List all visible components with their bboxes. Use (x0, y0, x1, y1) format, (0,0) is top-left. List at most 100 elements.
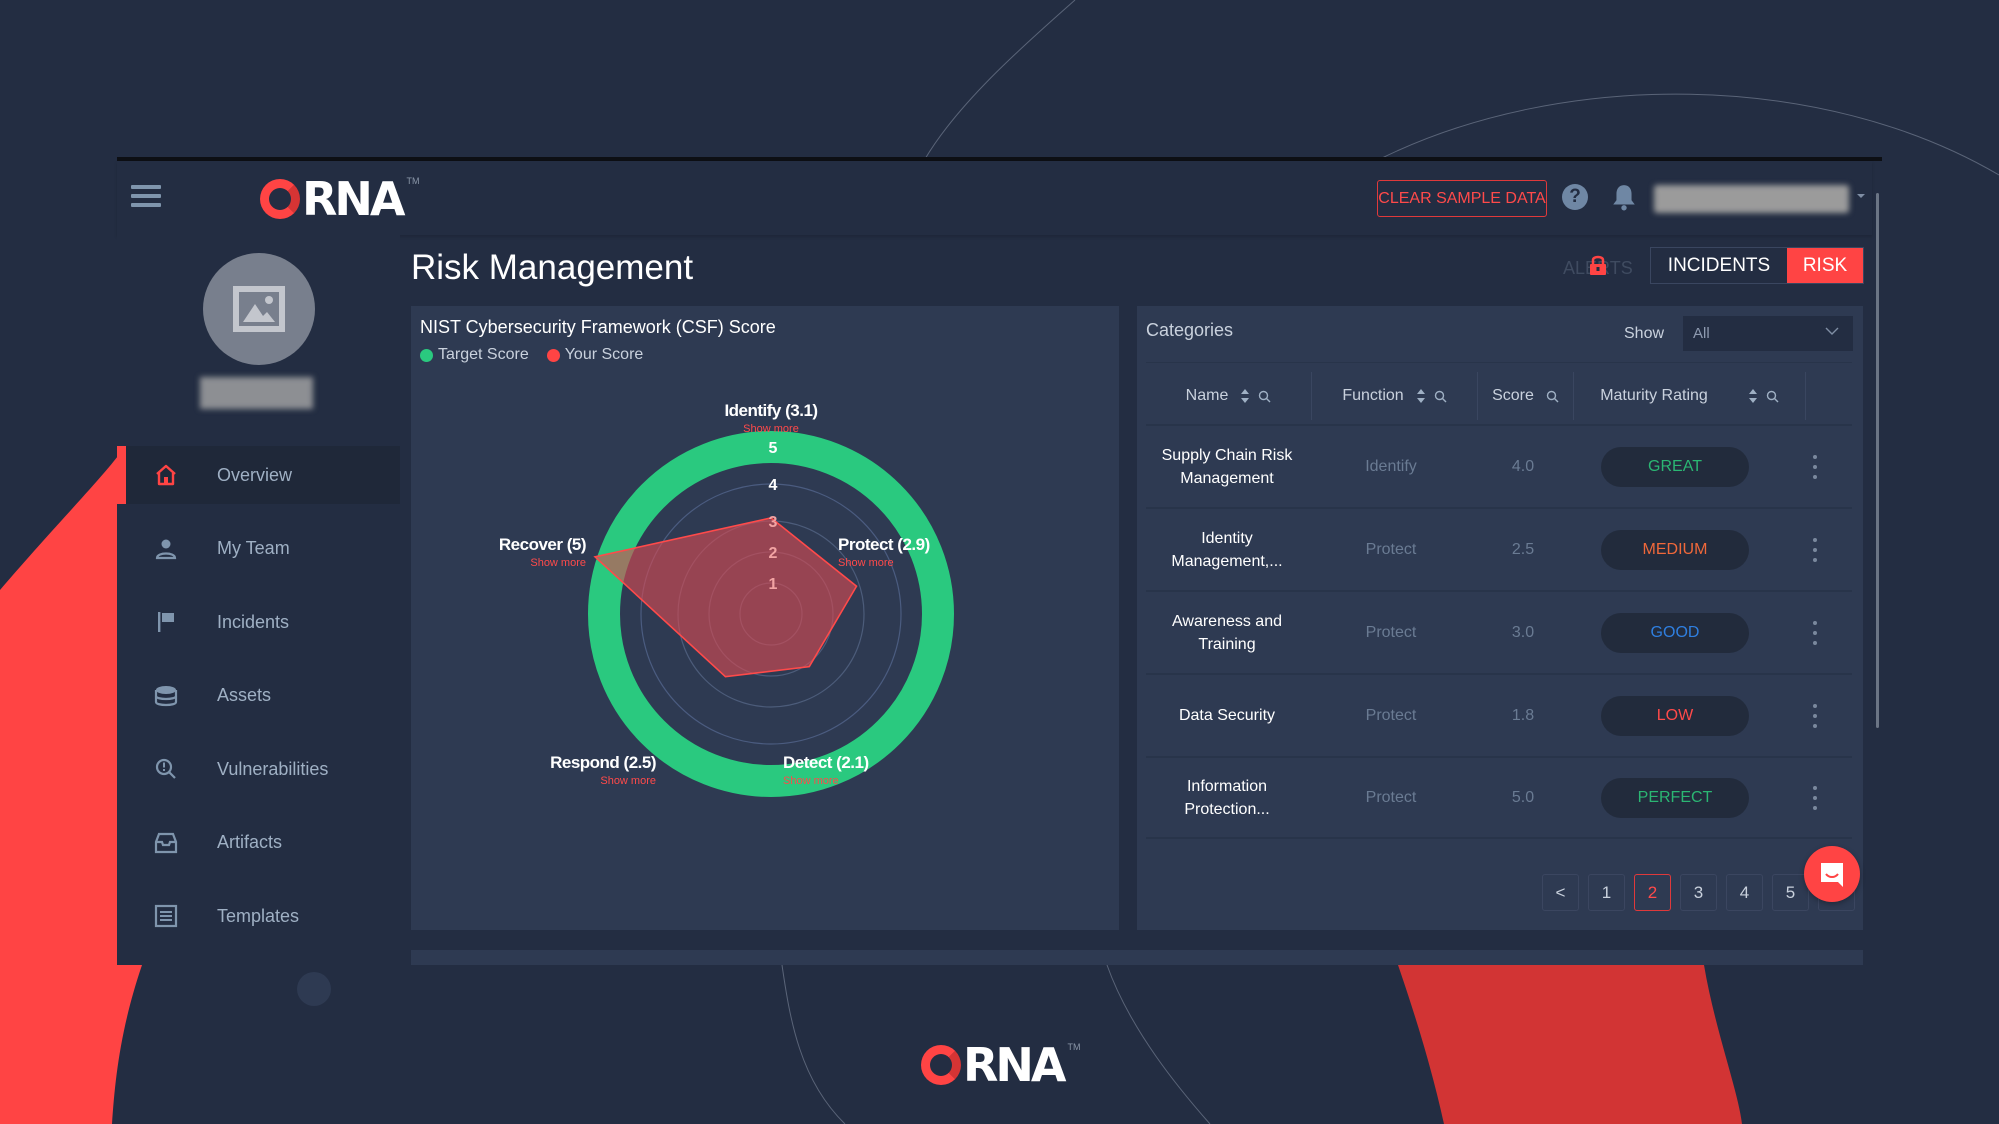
help-icon[interactable]: ? (1562, 184, 1588, 210)
logo-text: RNA (302, 172, 406, 226)
column-label: Score (1492, 387, 1534, 404)
cell-function: Protect (1365, 706, 1417, 724)
lock-icon (1590, 255, 1606, 275)
profile-name-redacted (200, 377, 313, 409)
cell-name: Information Protection... (1184, 777, 1270, 818)
chat-icon (1821, 863, 1843, 887)
table-body: Supply Chain Risk Management Identify 4.… (1146, 424, 1852, 839)
column-header-name: Name (1146, 372, 1312, 420)
maturity-badge: GREAT (1601, 446, 1749, 487)
sidebar-item-templates[interactable]: Templates (117, 887, 400, 945)
view-tabs: INCIDENTS RISK (1650, 247, 1864, 284)
image-placeholder-icon (233, 286, 285, 332)
show-filter-select[interactable]: All (1683, 316, 1853, 351)
cell-function: Protect (1365, 623, 1417, 641)
page-button-current[interactable]: 2 (1634, 874, 1671, 911)
sidebar-item-label: Templates (217, 905, 300, 926)
sort-icon[interactable] (1240, 388, 1250, 404)
user-icon (153, 536, 179, 562)
sidebar-item-my-team[interactable]: My Team (117, 520, 400, 578)
footer-orna-logo: RNA TM (921, 1040, 1081, 1090)
show-more-link-detect[interactable]: Show more (783, 775, 839, 787)
row-menu-icon[interactable] (1811, 703, 1819, 728)
scale-tick-label: 5 (769, 440, 778, 457)
search-icon[interactable] (1766, 390, 1779, 403)
show-more-link-identify[interactable]: Show more (743, 423, 799, 435)
sidebar-item-assets[interactable]: Assets (117, 667, 400, 725)
table-row[interactable]: Supply Chain Risk Management Identify 4.… (1146, 424, 1852, 507)
sort-icon[interactable] (1748, 388, 1758, 404)
row-menu-icon[interactable] (1811, 537, 1819, 562)
axis-label-protect: Protect (2.9) (838, 535, 930, 554)
show-more-link-recover[interactable]: Show more (530, 557, 586, 569)
sidebar-item-label: Assets (217, 685, 272, 705)
cell-score: 2.5 (1511, 540, 1535, 558)
chat-support-button[interactable] (1804, 846, 1860, 902)
show-filter-value: All (1693, 325, 1710, 342)
user-menu-caret-icon[interactable] (1857, 194, 1865, 198)
inbox-icon (153, 830, 179, 856)
sidebar-item-overview[interactable]: Overview (117, 446, 400, 504)
column-label: Maturity Rating (1600, 387, 1708, 404)
row-menu-icon[interactable] (1811, 454, 1819, 479)
avatar[interactable] (203, 253, 315, 365)
scale-tick-label: 4 (769, 477, 778, 494)
maturity-badge: PERFECT (1601, 777, 1749, 818)
tab-alerts-locked[interactable]: ALERTS (1563, 255, 1633, 279)
table-row[interactable]: Awareness and Training Protect 3.0 GOOD (1146, 590, 1852, 673)
sidebar-item-label: My Team (217, 538, 290, 558)
page-button[interactable]: 5 (1772, 874, 1809, 911)
sidebar-item-artifacts[interactable]: Artifacts (117, 814, 400, 872)
cell-function: Identify (1365, 457, 1417, 475)
user-name-redacted[interactable] (1654, 185, 1849, 213)
top-header: RNA TM CLEAR SAMPLE DATA ? (117, 161, 1872, 235)
page-button[interactable]: 1 (1588, 874, 1625, 911)
search-icon[interactable] (1434, 390, 1447, 403)
show-more-link-protect[interactable]: Show more (838, 557, 894, 569)
sidebar-item-label: Incidents (217, 611, 290, 632)
sidebar-item-vulnerabilities[interactable]: Vulnerabilities (117, 740, 400, 798)
row-menu-icon[interactable] (1811, 785, 1819, 810)
cell-name: Supply Chain Risk Management (1161, 446, 1293, 487)
search-icon[interactable] (1258, 390, 1271, 403)
cell-name: Identity Management,... (1171, 529, 1283, 570)
tab-risk[interactable]: RISK (1787, 248, 1863, 283)
search-alert-icon (153, 756, 179, 782)
column-header-function: Function (1312, 372, 1478, 420)
page-button[interactable]: 3 (1680, 874, 1717, 911)
sidebar-item-incidents[interactable]: Incidents (117, 593, 400, 651)
axis-label-identify: Identify (3.1) (724, 401, 817, 420)
show-more-link-respond[interactable]: Show more (600, 775, 656, 787)
column-header-maturity-rating: Maturity Rating (1574, 372, 1806, 420)
table-header: Name Function Score Maturity Rating (1146, 372, 1852, 420)
hamburger-menu-icon[interactable] (131, 185, 161, 209)
column-label: Function (1342, 387, 1404, 404)
sort-icon[interactable] (1416, 388, 1426, 404)
sidebar: Overview My Team Incidents Assets Vulner… (117, 235, 400, 1006)
row-menu-icon[interactable] (1811, 620, 1819, 645)
page-title: Risk Management (411, 248, 694, 287)
maturity-badge: MEDIUM (1601, 529, 1749, 570)
clear-sample-data-button[interactable]: CLEAR SAMPLE DATA (1377, 180, 1547, 217)
logo-text: RNA (963, 1038, 1067, 1092)
home-icon (153, 462, 179, 488)
axis-label-detect: Detect (2.1) (783, 753, 869, 772)
cell-score: 3.0 (1511, 623, 1535, 641)
orna-logo[interactable]: RNA TM (260, 174, 420, 224)
sidebar-nav: Overview My Team Incidents Assets Vulner… (117, 446, 400, 961)
search-icon[interactable] (1546, 390, 1559, 403)
sidebar-item-label: Overview (217, 464, 293, 485)
table-row[interactable]: Information Protection... Protect 5.0 PE… (1146, 756, 1852, 839)
page-scrollbar[interactable] (1876, 193, 1879, 728)
scale-tick-label: 2 (769, 545, 778, 562)
categories-panel: Categories Show All Name Function Score (1137, 306, 1863, 930)
tab-incidents[interactable]: INCIDENTS (1651, 248, 1787, 283)
bell-icon[interactable] (1611, 183, 1637, 211)
page-button[interactable]: 4 (1726, 874, 1763, 911)
table-row[interactable]: Data Security Protect 1.8 LOW (1146, 673, 1852, 756)
page-prev-button[interactable]: < (1542, 874, 1579, 911)
sidebar-collapse-handle[interactable] (297, 972, 331, 1006)
axis-label-respond: Respond (2.5) (550, 753, 656, 772)
bottom-panel-strip (411, 950, 1863, 965)
table-row[interactable]: Identity Management,... Protect 2.5 MEDI… (1146, 507, 1852, 590)
